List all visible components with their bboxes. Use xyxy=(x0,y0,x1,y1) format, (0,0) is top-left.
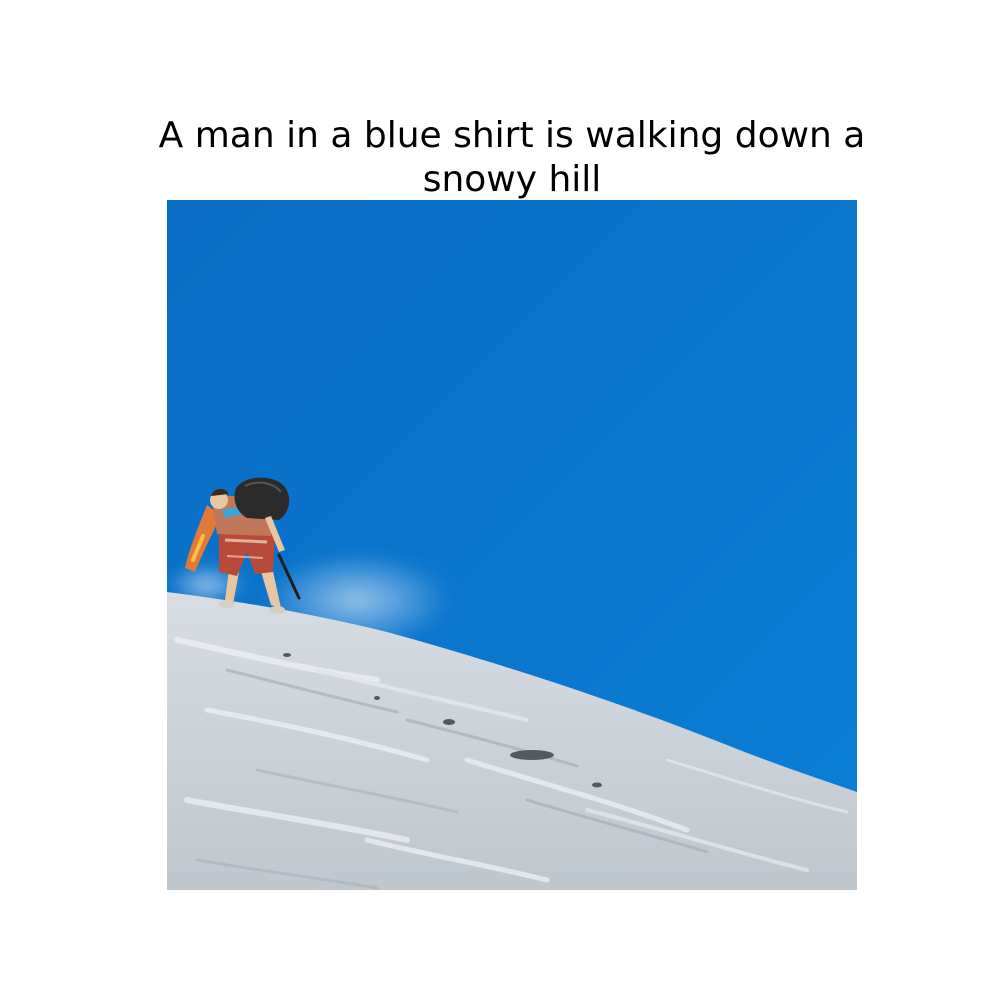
hiker-backpack xyxy=(234,477,290,520)
hiker-boot-left xyxy=(219,600,235,608)
image-caption: A man in a blue shirt is walking down a … xyxy=(158,115,866,200)
photo xyxy=(167,200,857,890)
hiker-boot-right xyxy=(269,606,285,614)
figure-canvas: A man in a blue shirt is walking down a … xyxy=(0,0,1000,1000)
